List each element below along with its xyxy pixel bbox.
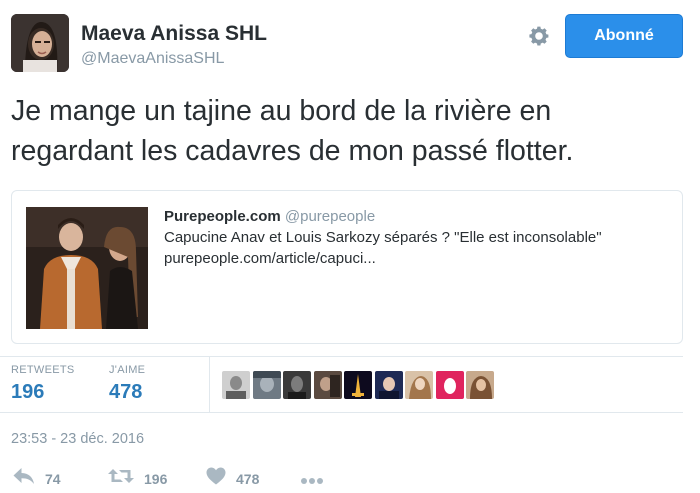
author-avatar[interactable] [11,14,69,72]
retweet-count: 196 [144,470,168,487]
author-name[interactable]: Maeva Anissa SHL [81,22,267,46]
card-source: Purepeople.com @purepeople [164,208,674,225]
link-card[interactable]: Purepeople.com @purepeople Capucine Anav… [11,190,683,344]
likes-label: J'AIME [109,364,146,376]
tweet-stats: RETWEETS 196 J'AIME 478 [0,357,700,412]
retweets-count: 196 [11,381,45,403]
card-url[interactable]: purepeople.com/article/capuci... [164,250,674,267]
card-site-name[interactable]: Purepeople.com [164,208,281,225]
likes-count: 478 [109,381,143,403]
action-bar: 74 196 478 [0,462,700,492]
card-thumbnail[interactable] [26,207,148,329]
divider [0,412,683,413]
heart-icon [206,467,226,490]
likes-stat[interactable]: J'AIME 478 [109,364,145,404]
author-handle[interactable]: @MaevaAnissaSHL [81,50,224,68]
liker-avatar[interactable] [252,371,281,399]
retweet-icon [108,467,134,490]
retweet-button[interactable]: 196 [108,467,167,490]
like-count: 478 [236,470,260,487]
liker-avatar[interactable] [405,371,433,399]
avatar-image [11,14,69,72]
liker-avatar[interactable] [466,371,494,399]
card-site-handle[interactable]: @purepeople [285,208,375,225]
reply-button[interactable]: 74 [13,467,61,490]
tweet-timestamp[interactable]: 23:53 - 23 déc. 2016 [11,431,144,447]
liker-avatar[interactable] [283,371,311,399]
stats-separator [209,357,210,412]
liker-avatar[interactable] [344,371,372,399]
tweet-header: Maeva Anissa SHL @MaevaAnissaSHL Abonné [0,0,700,80]
like-button[interactable]: 478 [206,467,259,490]
tweet-text-line: regardant les cadavres de mon passé flot… [11,135,574,167]
more-button[interactable] [300,472,324,490]
follow-button[interactable]: Abonné [565,14,683,58]
retweets-stat[interactable]: RETWEETS 196 [11,364,75,404]
tweet-text-line: Je mange un tajine au bord de la rivière… [11,95,552,127]
liker-avatar[interactable] [313,371,342,399]
card-title[interactable]: Capucine Anav et Louis Sarkozy séparés ?… [164,229,674,246]
liker-avatar[interactable] [222,371,250,399]
card-body: Purepeople.com @purepeople Capucine Anav… [164,208,674,267]
likers-avatars [222,371,497,399]
reply-icon [13,467,35,490]
tweet-text: Je mange un tajine au bord de la rivière… [11,91,691,171]
gear-icon[interactable] [527,24,551,48]
reply-count: 74 [45,470,61,487]
more-icon [300,472,324,490]
liker-avatar[interactable] [435,371,464,399]
liker-avatar[interactable] [374,371,403,399]
retweets-label: RETWEETS [11,364,75,376]
